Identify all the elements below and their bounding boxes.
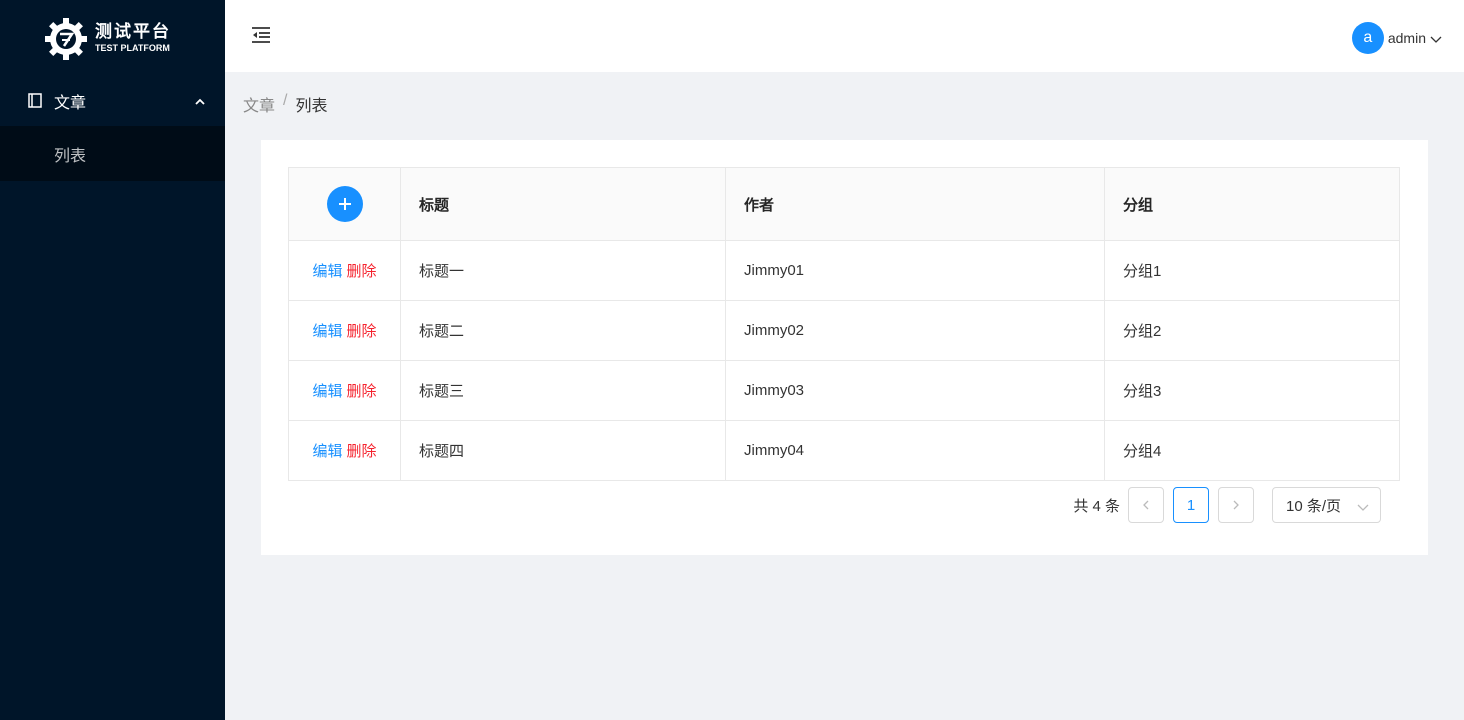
- user-menu[interactable]: a admin: [1351, 22, 1442, 54]
- table-row: 编辑 删除 标题二 Jimmy02 分组2: [288, 300, 1400, 361]
- gear-logo-icon: [43, 16, 89, 62]
- row-actions: 编辑 删除: [288, 300, 401, 361]
- cell-group: 分组1: [1104, 240, 1400, 301]
- edit-link[interactable]: 编辑: [312, 263, 342, 280]
- delete-link[interactable]: 删除: [347, 443, 377, 460]
- column-header-group[interactable]: 分组: [1104, 167, 1400, 241]
- breadcrumb-separator: /: [283, 92, 288, 109]
- table-row: 编辑 删除 标题一 Jimmy01 分组1: [288, 240, 1400, 301]
- cell-group: 分组3: [1104, 360, 1400, 421]
- delete-link[interactable]: 删除: [347, 263, 377, 280]
- cell-author: Jimmy01: [725, 240, 1105, 301]
- username: admin: [1387, 30, 1426, 46]
- menu-group-article[interactable]: 文章: [0, 77, 225, 124]
- chevron-down-icon: [1430, 32, 1442, 44]
- brand-name-en: TEST PLATFORM: [95, 43, 170, 53]
- add-button[interactable]: [326, 186, 363, 222]
- breadcrumb: 文章 / 列表: [243, 92, 327, 116]
- pagination-total: 共 4 条: [1073, 497, 1120, 515]
- sidebar-item-label: 列表: [54, 147, 87, 165]
- prev-page-button[interactable]: [1128, 487, 1164, 523]
- logo-text: 测试平台 TEST PLATFORM: [95, 22, 171, 55]
- pagination: 共 4 条 1 10 条/页: [1073, 487, 1381, 523]
- edit-link[interactable]: 编辑: [312, 323, 342, 340]
- sidebar: 测试平台 TEST PLATFORM 文章 列表: [0, 0, 225, 720]
- breadcrumb-item-list: 列表: [295, 98, 328, 115]
- menu-fold-icon[interactable]: [251, 26, 271, 44]
- column-header-author[interactable]: 作者: [725, 167, 1105, 241]
- cell-title: 标题四: [400, 420, 726, 481]
- table-row: 编辑 删除 标题三 Jimmy03 分组3: [288, 360, 1400, 421]
- chevron-up-icon: [195, 94, 205, 105]
- brand-name-cn: 测试平台: [95, 22, 171, 41]
- cell-title: 标题二: [400, 300, 726, 361]
- row-actions: 编辑 删除: [288, 240, 401, 301]
- cell-author: Jimmy03: [725, 360, 1105, 421]
- avatar: a: [1351, 22, 1384, 54]
- sidebar-item-list[interactable]: 列表: [0, 126, 225, 181]
- chevron-right-icon: [1233, 500, 1239, 510]
- row-actions: 编辑 删除: [288, 420, 401, 481]
- edit-link[interactable]: 编辑: [312, 443, 342, 460]
- column-header-title[interactable]: 标题: [400, 167, 726, 241]
- book-icon: [28, 93, 42, 108]
- content-card: 标题 作者 分组 编辑 删除 标题一 Jimmy01 分组1 编辑 删除 标题二 J…: [261, 140, 1428, 555]
- row-actions: 编辑 删除: [288, 360, 401, 421]
- cell-title: 标题三: [400, 360, 726, 421]
- page-size-value: 10 条/页: [1286, 497, 1342, 515]
- page-size-select[interactable]: 10 条/页: [1272, 487, 1381, 523]
- plus-icon: [338, 198, 351, 210]
- cell-group: 分组2: [1104, 300, 1400, 361]
- table-row: 编辑 删除 标题四 Jimmy04 分组4: [288, 420, 1400, 481]
- article-table: 标题 作者 分组 编辑 删除 标题一 Jimmy01 分组1 编辑 删除 标题二 J…: [288, 167, 1400, 481]
- delete-link[interactable]: 删除: [347, 383, 377, 400]
- top-header: a admin: [225, 0, 1464, 72]
- cell-title: 标题一: [400, 240, 726, 301]
- chevron-left-icon: [1143, 500, 1149, 510]
- page-button-current[interactable]: 1: [1173, 487, 1209, 523]
- edit-link[interactable]: 编辑: [312, 383, 342, 400]
- breadcrumb-item-article[interactable]: 文章: [243, 92, 275, 116]
- cell-author: Jimmy02: [725, 300, 1105, 361]
- next-page-button[interactable]: [1218, 487, 1254, 523]
- cell-group: 分组4: [1104, 420, 1400, 481]
- delete-link[interactable]: 删除: [347, 323, 377, 340]
- logo[interactable]: 测试平台 TEST PLATFORM: [0, 0, 225, 77]
- action-column-header: [288, 167, 401, 241]
- chevron-down-icon: [1357, 500, 1369, 512]
- table-header-row: 标题 作者 分组: [288, 167, 1400, 241]
- cell-author: Jimmy04: [725, 420, 1105, 481]
- menu-group-label: 文章: [54, 94, 87, 112]
